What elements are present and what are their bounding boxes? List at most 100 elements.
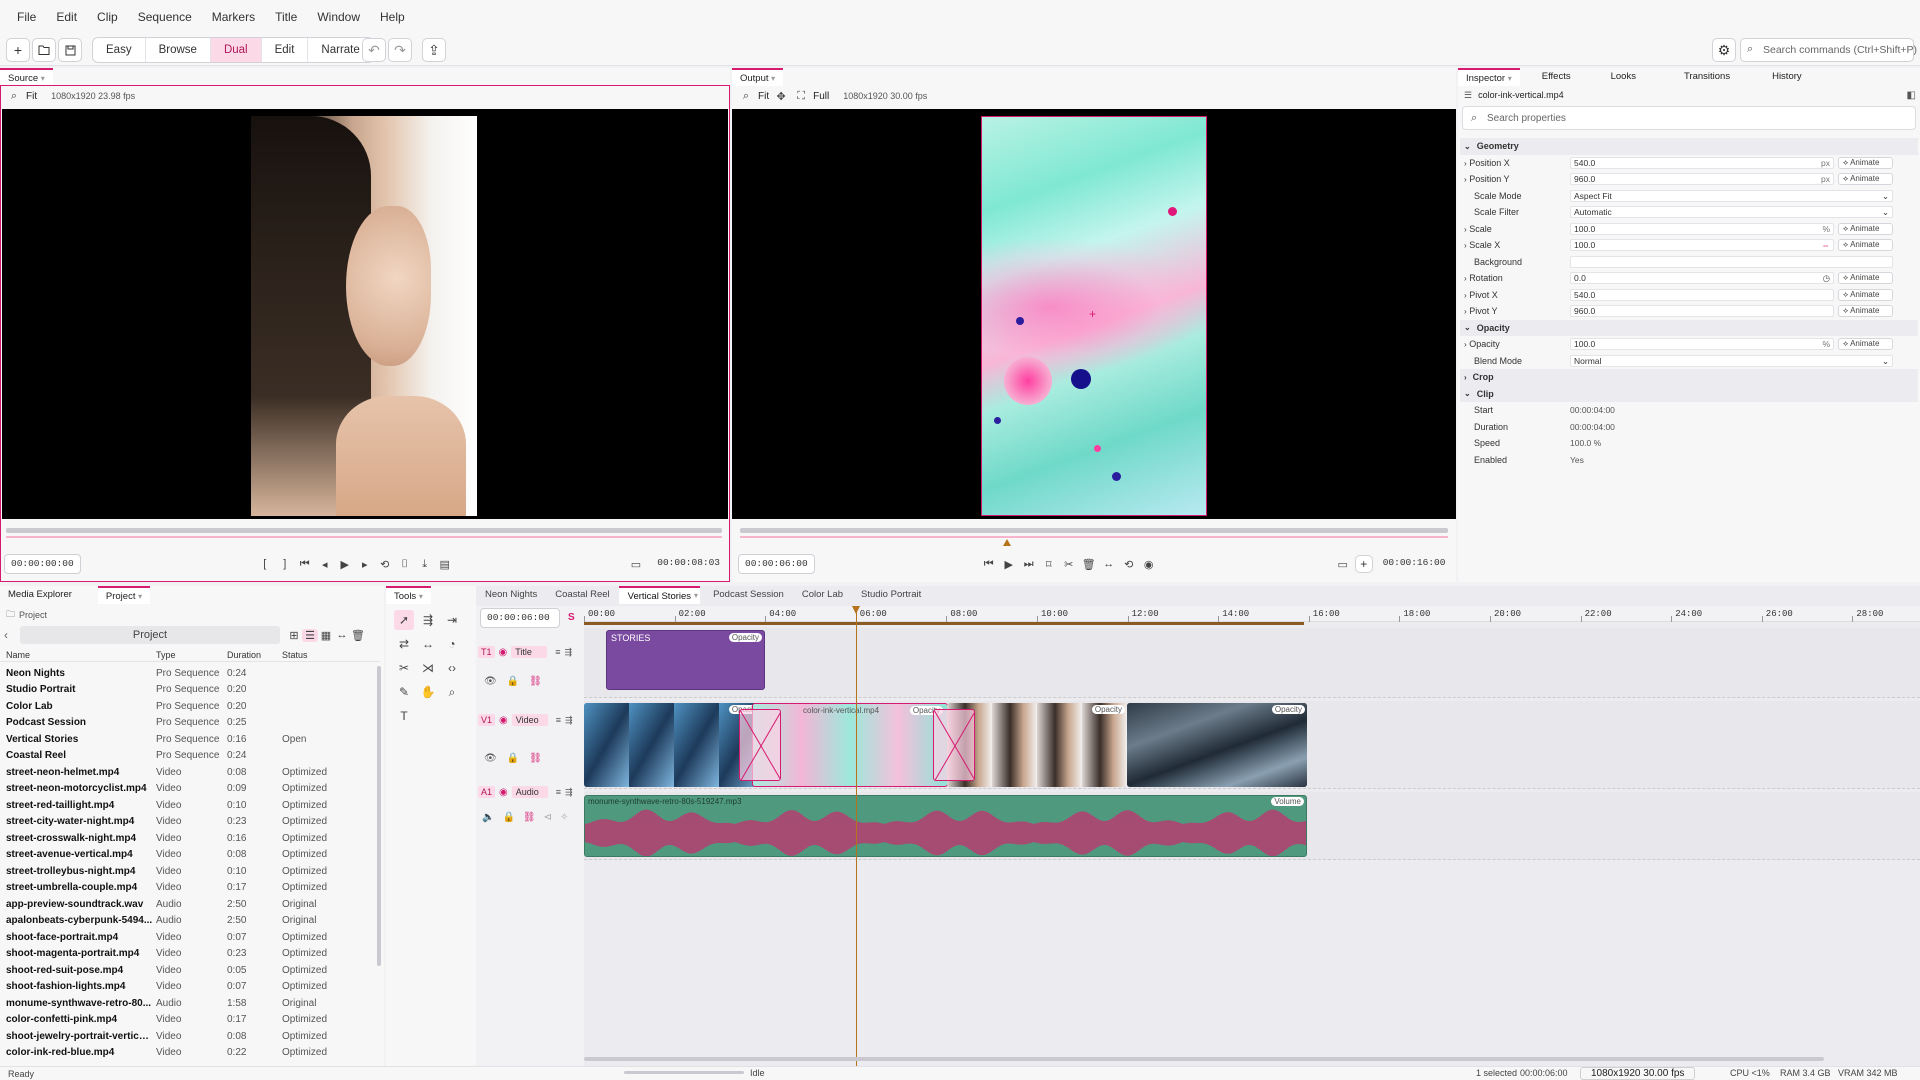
overwrite-icon[interactable]: ▤	[437, 558, 453, 571]
project-row[interactable]: Neon Nights Pro Sequence 0:24	[0, 665, 376, 682]
mode-easy[interactable]: Easy	[93, 38, 146, 62]
timeline-tab[interactable]: Studio Portrait	[852, 586, 930, 604]
mute-icon[interactable]: ⊲	[544, 812, 552, 823]
output-playhead-marker[interactable]	[1003, 539, 1011, 546]
video-clip-neon[interactable]: Opacity	[584, 703, 764, 787]
lock-icon[interactable]: 🔒	[507, 676, 519, 687]
playhead-handle[interactable]	[852, 606, 860, 614]
fullscreen-icon[interactable]: ⛶	[793, 90, 809, 103]
project-row[interactable]: street-crosswalk-night.mp4 Video 0:16 Optim…	[0, 830, 376, 847]
audio-clip[interactable]: monume-synthwave-retro-80s-519247.mp3 Vo…	[584, 795, 1307, 857]
transform-move-icon[interactable]: ✥	[773, 90, 789, 103]
slip-icon[interactable]: ↔	[418, 634, 438, 654]
section-crop[interactable]: Crop	[1473, 372, 1494, 382]
timeline-tab[interactable]: Neon Nights	[476, 586, 546, 604]
text-tool-icon[interactable]: T	[394, 706, 414, 726]
opacity-field[interactable]: 100.0%	[1570, 338, 1834, 351]
hand-icon[interactable]: ✋	[418, 682, 438, 702]
scale-x-field[interactable]: 100.0 ⇔	[1570, 239, 1834, 252]
project-row[interactable]: Color Lab Pro Sequence 0:20	[0, 698, 376, 715]
project-row[interactable]: Vertical Stories Pro Sequence 0:16 Open	[0, 731, 376, 748]
animate-position-x-button[interactable]: ⟡ Animate	[1838, 156, 1893, 169]
animate-opacity-button[interactable]: ⟡ Animate	[1838, 338, 1893, 351]
snapshot-icon[interactable]: ◉	[1141, 558, 1157, 571]
new-bin-icon[interactable]: ⊞	[286, 629, 302, 642]
chevron-down-icon[interactable]: ▾	[694, 591, 698, 600]
project-row[interactable]: street-red-taillight.mp4 Video 0:10 Optimiz…	[0, 797, 376, 814]
tab-output[interactable]: Output ▾	[732, 67, 784, 86]
list-view-icon[interactable]: ☰	[302, 628, 318, 642]
menu-file[interactable]: File	[8, 0, 45, 34]
output-scrub-bar[interactable]	[740, 528, 1448, 533]
loop-icon[interactable]: ⟲	[377, 558, 393, 571]
step-forward-icon[interactable]: ⏭	[1021, 558, 1037, 571]
mode-edit[interactable]: Edit	[262, 38, 309, 62]
source-scrub-bar[interactable]	[6, 528, 722, 533]
scale-field[interactable]: 100.0%	[1570, 222, 1834, 235]
menu-sequence[interactable]: Sequence	[129, 0, 201, 34]
section-opacity[interactable]: Opacity	[1477, 323, 1510, 333]
grid-view-icon[interactable]: ▦	[318, 629, 334, 642]
video-clip-color-ink[interactable]: color-ink-vertical.mp4 Opacity	[752, 703, 948, 787]
position-x-field[interactable]: 540.0 px	[1570, 156, 1834, 169]
position-y-field[interactable]: 960.0 px	[1570, 173, 1834, 186]
timeline-tab[interactable]: Coastal Reel	[546, 586, 618, 604]
project-row[interactable]: shoot-red-suit-pose.mp4 Video 0:05 Optimize…	[0, 962, 376, 979]
speaker-icon[interactable]: 🔈	[482, 812, 494, 823]
track-menu-icon[interactable]: ≡	[555, 647, 560, 657]
timeline-tab[interactable]: Vertical Stories	[618, 586, 701, 604]
zoom-icon[interactable]: ⌕	[442, 682, 462, 702]
project-row[interactable]: street-trolleybus-night.mp4 Video 0:10 Opti…	[0, 863, 376, 880]
project-row[interactable]: Studio Portrait Pro Sequence 0:20	[0, 682, 376, 699]
project-scrollbar[interactable]	[377, 666, 381, 966]
mark-in-icon[interactable]: [	[257, 558, 273, 570]
transition-block[interactable]	[739, 709, 781, 781]
anchor-point-icon[interactable]: +	[1089, 308, 1099, 320]
section-clip[interactable]: Clip	[1477, 389, 1494, 399]
eye-icon[interactable]: 👁	[484, 676, 497, 687]
track-select-icon[interactable]: ⇶	[418, 610, 438, 630]
background-color-field[interactable]	[1570, 255, 1893, 268]
tab-tools[interactable]: Tools ▾	[386, 586, 431, 604]
snap-icon[interactable]: S	[568, 612, 575, 623]
bookmark-icon[interactable]: ⌑	[1041, 558, 1057, 571]
zoom-icon[interactable]: ⌕	[6, 90, 22, 103]
project-row[interactable]: Coastal Reel Pro Sequence 0:24	[0, 748, 376, 765]
display-icon[interactable]: ▭	[629, 558, 644, 571]
animate-scale-button[interactable]: ⟡ Animate	[1838, 222, 1893, 235]
resolution-badge[interactable]: 1080x1920 30.00 fps	[1580, 1067, 1696, 1080]
open-folder-icon[interactable]	[32, 38, 56, 62]
mode-browse[interactable]: Browse	[146, 38, 211, 62]
output-viewer[interactable]: +	[732, 109, 1456, 519]
step-back-icon[interactable]: ⏮	[981, 558, 997, 571]
play-icon[interactable]: ▶	[337, 558, 353, 571]
blend-mode-select[interactable]: Normal ⌄	[1570, 354, 1893, 367]
menu-markers[interactable]: Markers	[203, 0, 264, 34]
track-menu-icon[interactable]: ≡	[556, 787, 561, 797]
project-row[interactable]: shoot-jewelry-portrait-vertical... Video 0…	[0, 1028, 376, 1045]
animate-pivot-x-button[interactable]: ⟡ Animate	[1838, 288, 1893, 301]
work-area-bar[interactable]	[584, 622, 1304, 625]
tab-effects[interactable]: Effects	[1534, 68, 1579, 86]
scale-filter-select[interactable]: Automatic ⌄	[1570, 206, 1893, 219]
project-row[interactable]: app-preview-soundtrack.wav Audio 2:50 Origi…	[0, 896, 376, 913]
select-tool-icon[interactable]: ➚	[394, 610, 414, 630]
lock-icon[interactable]: 🔒	[507, 753, 519, 764]
save-icon[interactable]	[58, 38, 82, 62]
track-settings-icon[interactable]: ⇶	[565, 715, 573, 726]
insert-icon[interactable]: ⤓	[417, 558, 433, 571]
project-row[interactable]: apalonbeats-cyberpunk-5494... Audio 2:50 Or…	[0, 913, 376, 930]
step-back-icon[interactable]: ⏮	[297, 558, 313, 571]
undo-icon[interactable]: ↶	[362, 38, 386, 62]
rolling-edit-icon[interactable]: ⇄	[394, 634, 414, 654]
timeline-tab[interactable]: Podcast Session	[704, 586, 793, 604]
timeline-ruler[interactable]: 00:00 02:00 04:00 06:00 08:00 10:00 12:00 14:00…	[584, 606, 1920, 622]
animate-scale-x-button[interactable]: ⟡ Animate	[1838, 239, 1893, 252]
swap-icon[interactable]: ↔	[1101, 558, 1117, 570]
code-icon[interactable]: ‹›	[442, 658, 462, 678]
output-full-button[interactable]: Full	[813, 91, 829, 102]
tab-transitions[interactable]: Transitions	[1676, 68, 1738, 86]
frame-forward-icon[interactable]: ▸	[357, 558, 373, 571]
project-row[interactable]: shoot-face-portrait.mp4 Video 0:07 Optimize…	[0, 929, 376, 946]
property-search[interactable]: ⌕ Search properties	[1462, 106, 1916, 130]
